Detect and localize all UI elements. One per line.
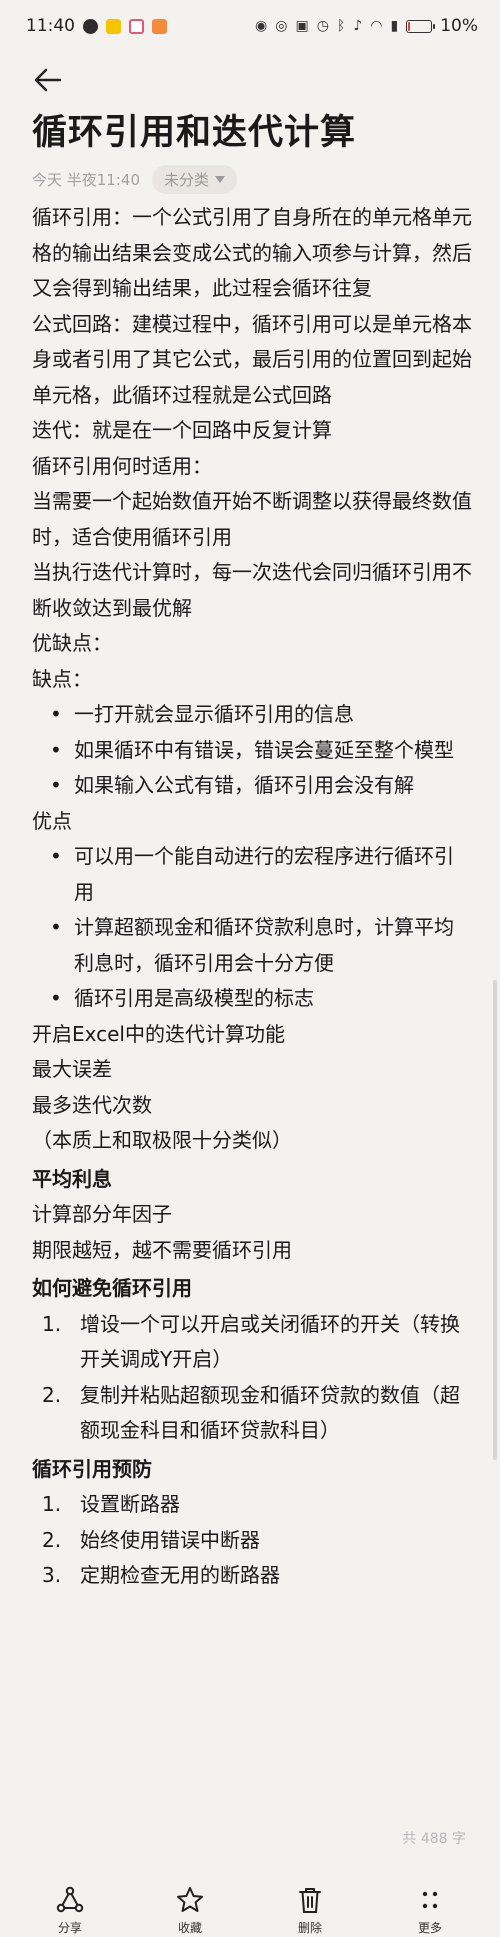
note-title[interactable]: 循环引用和迭代计算 [32, 104, 356, 155]
list-number: 2. [42, 1382, 62, 1407]
wifi-icon: ◠ [370, 18, 383, 34]
share-button[interactable]: 分享 [30, 1885, 110, 1936]
list-text: 复制并粘贴超额现金和循环贷款的数值（超额现金科目和循环贷款科目） [80, 1382, 460, 1443]
list-number: 2. [42, 1527, 62, 1552]
list-text: 增设一个可以开启或关闭循环的开关（转换开关调成Y开启） [80, 1311, 460, 1372]
list-item: 2. 始终使用错误中断器 [42, 1523, 472, 1559]
favorite-button[interactable]: 收藏 [150, 1885, 230, 1936]
section-heading: 循环引用预防 [32, 1456, 152, 1481]
list-item: 如果输入公式有错，循环引用会没有解 [50, 768, 472, 804]
list-item: 1. 增设一个可以开启或关闭循环的开关（转换开关调成Y开启） [42, 1307, 472, 1378]
back-button[interactable] [30, 62, 66, 98]
battery-percent: 10% [440, 16, 478, 36]
list-number: 1. [42, 1311, 62, 1336]
category-label: 未分类 [164, 171, 210, 189]
paragraph: 期限越短，越不需要循环引用 [32, 1237, 292, 1262]
star-icon [177, 1887, 203, 1912]
list-number: 1. [42, 1492, 62, 1516]
delete-button[interactable]: 删除 [270, 1885, 350, 1936]
scrollbar[interactable] [493, 980, 497, 1460]
status-bar: 11:40 ◉ ◎ ▣ ◷ ᛒ ♪ ◠ ▮ 10% [0, 0, 500, 52]
section-heading: 平均利息 [32, 1166, 112, 1191]
paragraph: （本质上和取极限十分类似） [32, 1128, 292, 1152]
status-bar-left: 11:40 [26, 16, 167, 36]
paragraph: 最大误差 [32, 1057, 112, 1081]
share-label: 分享 [57, 1921, 82, 1935]
list-item: 3. 定期检查无用的断路器 [42, 1558, 472, 1594]
paragraph: 缺点： [32, 666, 92, 691]
paragraph: 公式回路：建模过程中，循环引用可以是单元格本身或者引用了其它公式，最后引用的位置… [32, 311, 472, 407]
list-item: 一打开就会显示循环引用的信息 [50, 697, 472, 733]
signal-icon: ▮ [390, 18, 399, 34]
list-text: 始终使用错误中断器 [80, 1527, 260, 1552]
paragraph: 优点 [32, 808, 72, 833]
paragraph: 当执行迭代计算时，每一次迭代会同归循环引用不断收敛达到最优解 [32, 560, 472, 620]
note-date: 今天 半夜11:40 [32, 171, 140, 189]
list-item: 可以用一个能自动进行的宏程序进行循环引用 [50, 839, 472, 910]
bottom-toolbar: 分享 收藏 删除 更多 [0, 1875, 500, 1937]
mute-icon: ♪ [353, 18, 363, 34]
note-body[interactable]: 循环引用：一个公式引用了自身所在的单元格单元格的输出结果会变成公式的输入项参与计… [32, 200, 472, 1594]
hotspot-icon: ◎ [275, 18, 288, 34]
list-text: 定期检查无用的断路器 [80, 1563, 280, 1587]
alarm-icon: ◷ [316, 18, 329, 34]
list-item: 循环引用是高级模型的标志 [50, 981, 472, 1017]
list-number: 3. [42, 1563, 62, 1587]
note-meta: 今天 半夜11:40 未分类 [32, 165, 238, 194]
paragraph: 当需要一个起始数值开始不断调整以获得最终数值时，适合使用循环引用 [32, 489, 472, 549]
arrow-left-icon [34, 68, 62, 92]
avoid-list: 1. 增设一个可以开启或关闭循环的开关（转换开关调成Y开启） 2. 复制并粘贴超额现… [32, 1307, 472, 1449]
list-text: 设置断路器 [80, 1492, 180, 1516]
more-dots-icon [422, 1891, 438, 1909]
paragraph: 优缺点： [32, 631, 112, 655]
category-selector[interactable]: 未分类 [152, 165, 238, 194]
paragraph: 开启Excel中的迭代计算功能 [32, 1021, 285, 1046]
paragraph: 计算部分年因子 [32, 1202, 172, 1226]
list-item: 如果循环中有错误，错误会蔓延至整个模型 [50, 733, 472, 769]
meituan-app-icon [106, 18, 121, 34]
trash-icon [299, 1888, 321, 1913]
prevent-list: 1. 设置断路器 2. 始终使用错误中断器 3. 定期检查无用的断路器 [32, 1487, 472, 1594]
list-item: 计算超额现金和循环贷款利息时，计算平均利息时，循环引用会十分方便 [50, 910, 472, 981]
paragraph: 最多迭代次数 [32, 1092, 152, 1117]
list-item: 1. 设置断路器 [42, 1487, 472, 1523]
favorite-label: 收藏 [177, 1921, 202, 1935]
app-icon-pink [129, 18, 144, 34]
more-button[interactable]: 更多 [390, 1885, 470, 1936]
more-label: 更多 [417, 1921, 442, 1935]
battery-icon [406, 19, 436, 33]
word-count: 共 488 字 [402, 1831, 466, 1847]
section-heading: 如何避免循环引用 [32, 1276, 192, 1300]
bluetooth-icon: ᛒ [336, 18, 346, 34]
triangle-down-icon [215, 175, 226, 183]
nfc-icon: ▣ [295, 18, 309, 34]
eye-icon: ◉ [255, 18, 268, 34]
share-icon [56, 1886, 84, 1913]
delete-label: 删除 [297, 1921, 322, 1935]
battery-fill [408, 21, 411, 31]
pros-list: 可以用一个能自动进行的宏程序进行循环引用 计算超额现金和循环贷款利息时，计算平均… [32, 839, 472, 1017]
notification-app-icon [83, 18, 98, 34]
app-icon-orange [152, 18, 167, 34]
status-time: 11:40 [26, 16, 75, 36]
status-bar-right: ◉ ◎ ▣ ◷ ᛒ ♪ ◠ ▮ 10% [255, 16, 478, 36]
paragraph: 循环引用：一个公式引用了自身所在的单元格单元格的输出结果会变成公式的输入项参与计… [32, 205, 472, 300]
paragraph: 循环引用何时适用： [32, 453, 212, 478]
paragraph: 迭代：就是在一个回路中反复计算 [32, 418, 332, 442]
cons-list: 一打开就会显示循环引用的信息 如果循环中有错误，错误会蔓延至整个模型 如果输入公… [32, 697, 472, 804]
list-item: 2. 复制并粘贴超额现金和循环贷款的数值（超额现金科目和循环贷款科目） [42, 1378, 472, 1449]
